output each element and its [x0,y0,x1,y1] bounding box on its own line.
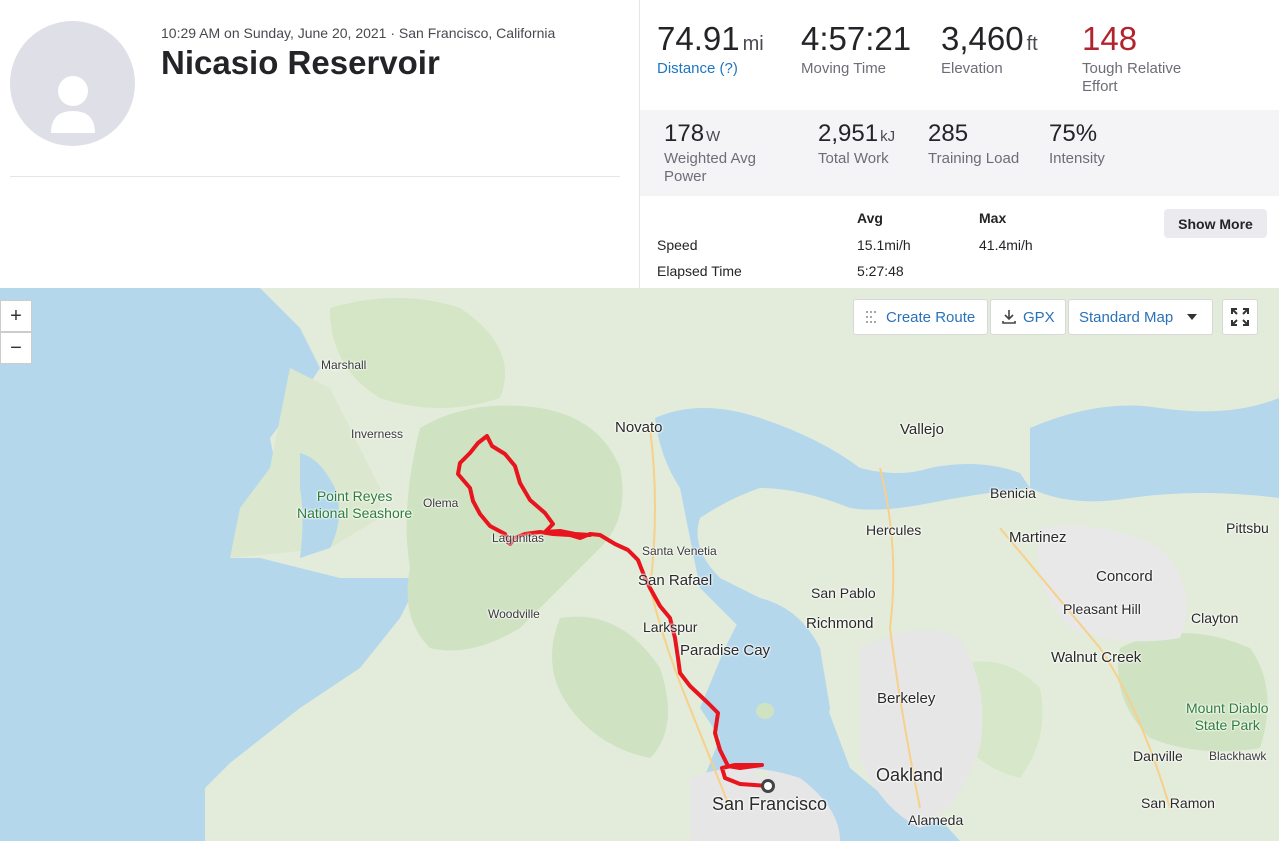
distance-info-link[interactable]: Distance (?) [657,60,764,78]
map-label: Inverness [351,427,404,441]
elapsed-time-avg: 5:27:48 [857,263,904,279]
zoom-out-button[interactable]: − [0,332,32,364]
map-label: Hercules [866,522,922,538]
more-stats-table: Avg Max Speed 15.1mi/h 41.4mi/h Elapsed … [640,196,1279,288]
map-label: San Pablo [811,585,876,601]
download-icon [1001,309,1017,325]
column-header-avg: Avg [857,210,883,226]
map-label: Danville [1133,748,1183,764]
map-label: Berkeley [877,690,936,707]
map-label: Alameda [908,812,964,828]
row-label-elapsed-time: Elapsed Time [657,263,742,279]
stat-training-load: 285 Training Load [928,120,1020,167]
fullscreen-button[interactable] [1222,299,1258,335]
route-map[interactable]: + − Create Route GPX Standard Map Marsha… [0,288,1279,841]
user-silhouette-icon [51,76,95,133]
map-label: Richmond [806,615,874,632]
route-icon [864,309,880,325]
gpx-download-button[interactable]: GPX [990,299,1066,335]
stat-elevation: 3,460 ft Elevation [941,20,1038,77]
map-label: Paradise Cay [680,642,771,659]
avatar[interactable] [10,21,135,146]
map-label: Vallejo [900,421,944,438]
activity-header: 10:29 AM on Sunday, June 20, 2021 · San … [0,0,638,288]
map-label: Clayton [1191,610,1239,626]
stat-weighted-power: 178 W Weighted Avg Power [664,120,757,185]
map-label: Santa Venetia [642,544,717,558]
speed-avg: 15.1mi/h [857,237,911,253]
stat-relative-effort[interactable]: 148 Tough Relative Effort [1082,20,1181,96]
activity-title: Nicasio Reservoir [161,44,440,81]
map-label: Blackhawk [1209,749,1267,763]
activity-meta: 10:29 AM on Sunday, June 20, 2021 · San … [161,25,556,41]
stat-total-work: 2,951 kJ Total Work [818,120,896,167]
map-label: San Rafael [638,572,713,589]
map-label: Martinez [1009,529,1067,546]
row-label-speed: Speed [657,237,698,253]
map-label: Novato [615,419,663,436]
speed-max: 41.4mi/h [979,237,1033,253]
stat-intensity: 75% Intensity [1049,120,1105,167]
map-label: Mount Diablo State Park [1186,700,1269,733]
map-label: Concord [1096,568,1153,585]
map-label: Marshall [321,358,367,372]
stat-distance: 74.91 mi Distance (?) [657,20,764,78]
map-label: San Ramon [1141,795,1215,811]
map-label: Lagunitas [492,531,545,545]
map-label: Pittsbu [1226,520,1269,536]
stat-moving-time: 4:57:21 Moving Time [801,20,912,77]
caret-down-icon [1187,314,1198,320]
map-label: Walnut Creek [1051,649,1142,666]
map-label: Olema [423,496,459,510]
map-label: Pleasant Hill [1063,601,1141,617]
map-label: Woodville [488,607,540,621]
map-label: San Francisco [712,794,828,814]
show-more-button[interactable]: Show More [1164,209,1267,238]
primary-stats: 74.91 mi Distance (?) 4:57:21 Moving Time… [640,0,1279,110]
create-route-button[interactable]: Create Route [853,299,988,335]
map-label: Oakland [876,765,944,785]
divider [10,176,620,177]
map-label: Point Reyes National Seashore [297,488,413,521]
secondary-stats: 178 W Weighted Avg Power 2,951 kJ Total Wor… [640,110,1279,196]
zoom-in-button[interactable]: + [0,300,32,332]
map-label: Larkspur [643,619,698,635]
fullscreen-icon [1231,308,1249,326]
column-header-max: Max [979,210,1007,226]
map-label: Benicia [990,485,1036,501]
map-type-select[interactable]: Standard Map [1068,299,1213,335]
route-line [456,434,775,793]
